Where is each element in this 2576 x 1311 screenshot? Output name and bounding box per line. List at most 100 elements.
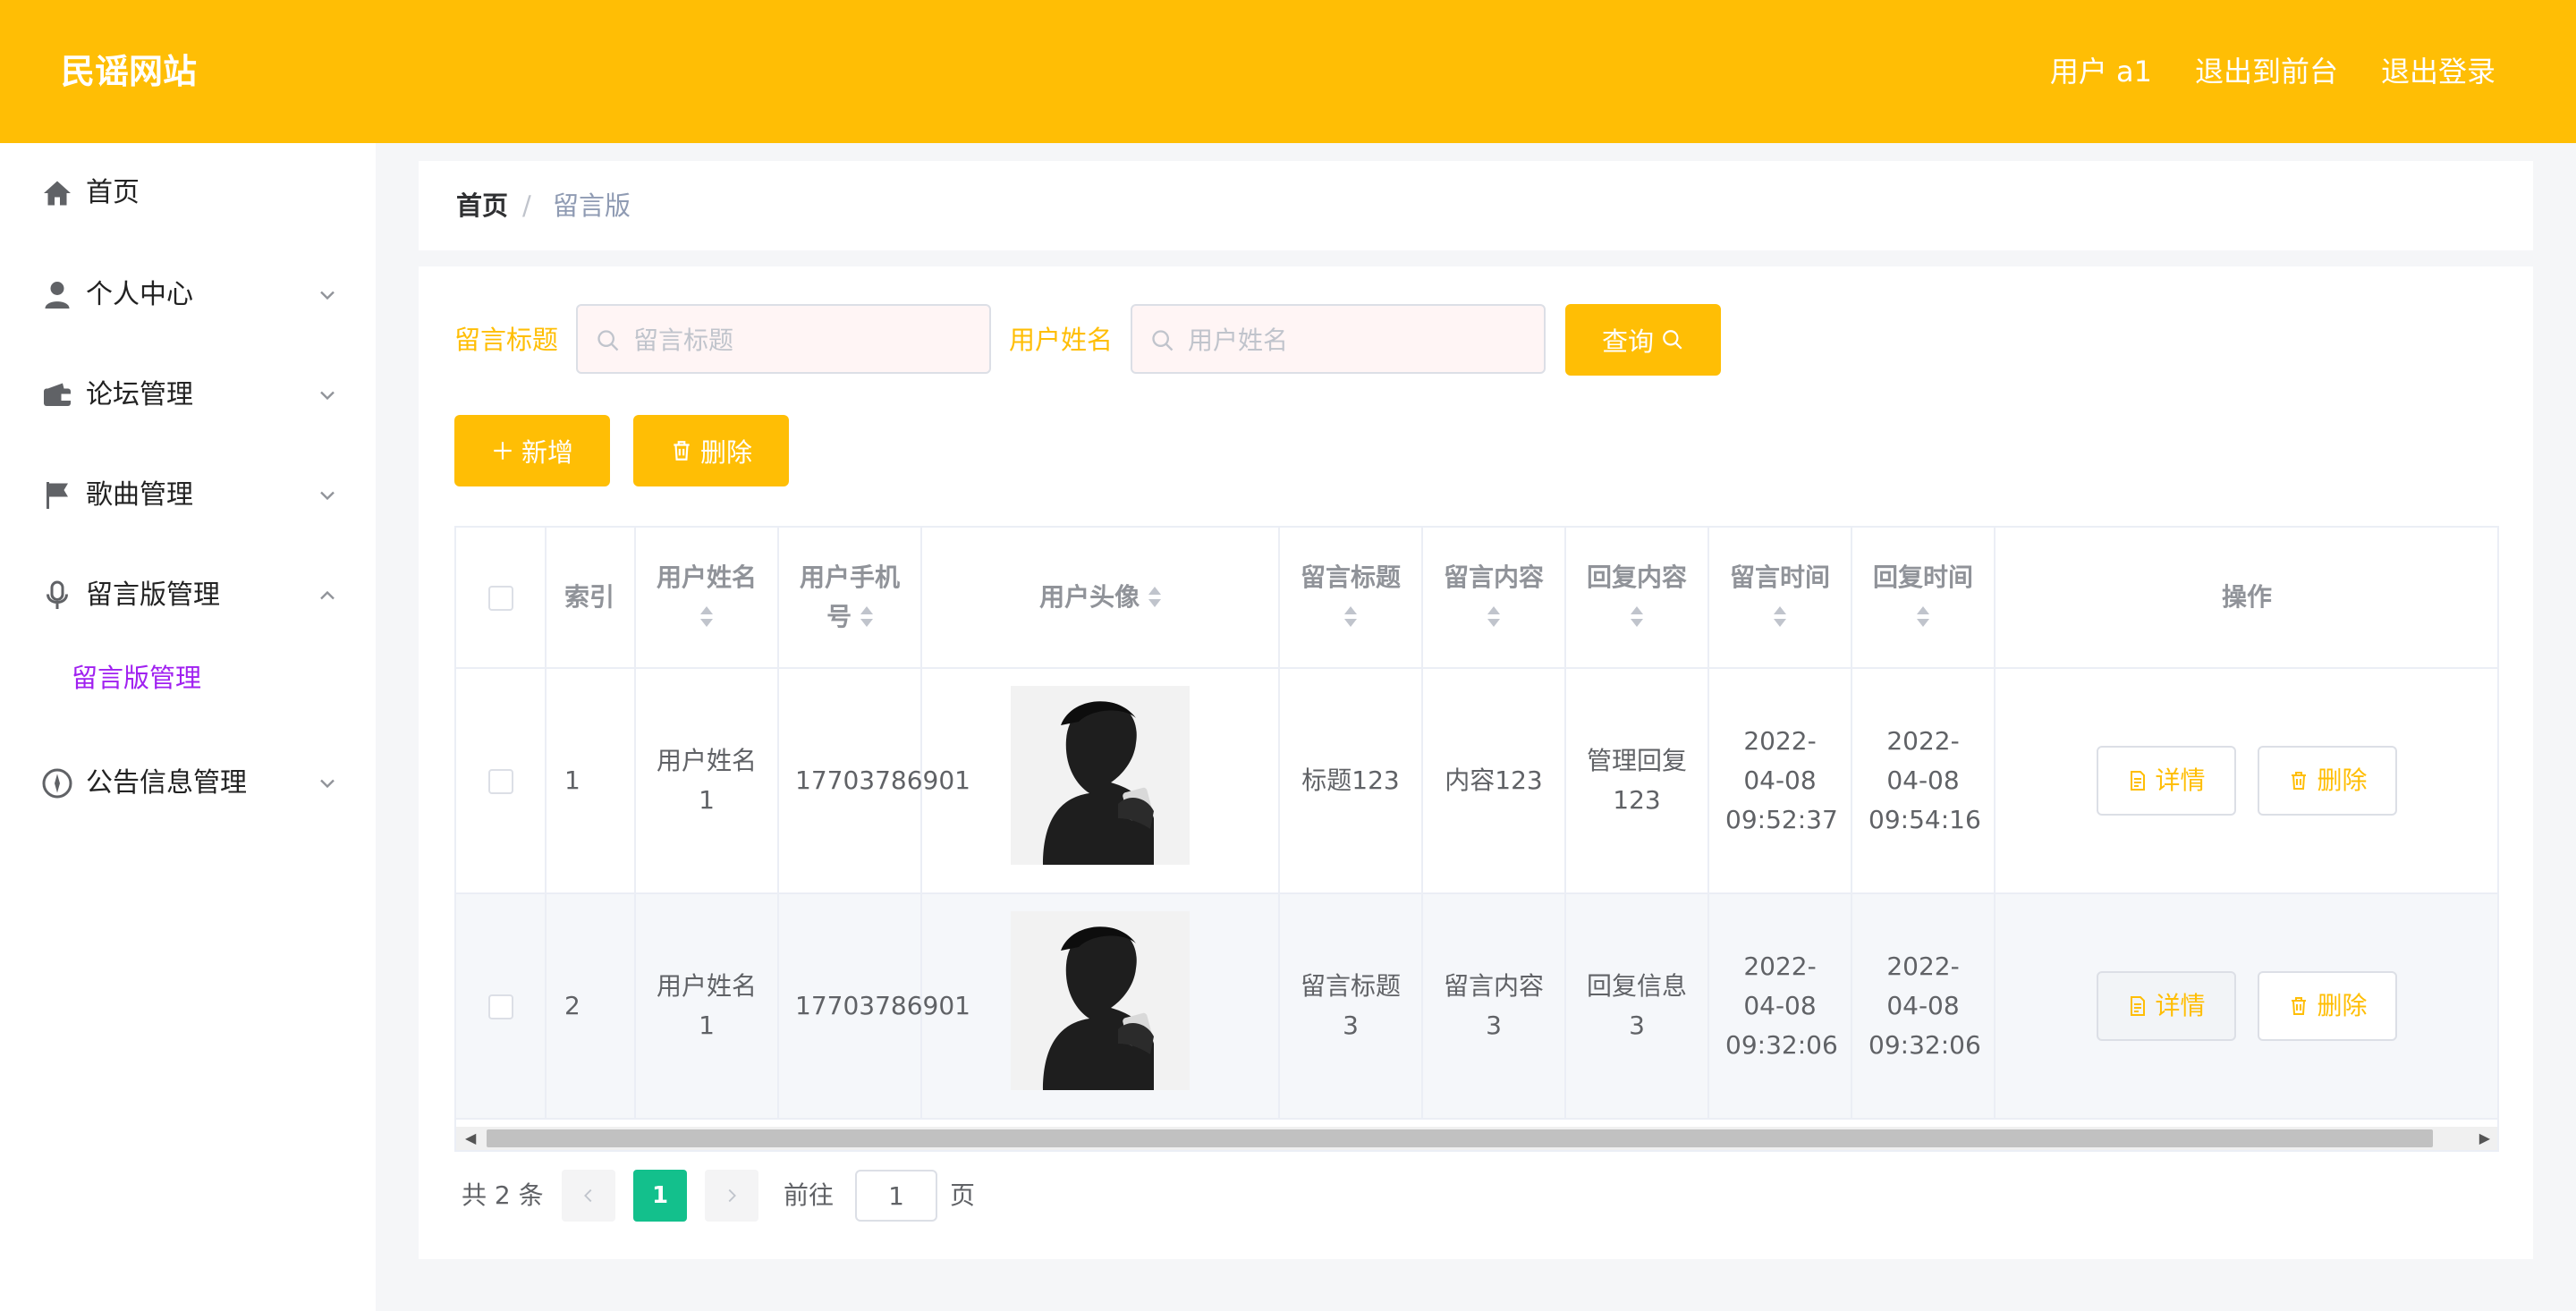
delete-button-label: 删除 [2317, 991, 2368, 1020]
document-icon [2130, 996, 2145, 1016]
detail-button-label: 详情 [2155, 991, 2206, 1020]
title-filter-field[interactable] [576, 304, 991, 374]
home-icon [44, 181, 71, 206]
add-button-label: 新增 [521, 437, 573, 468]
goto-page-input[interactable] [855, 1170, 937, 1222]
search-icon [1152, 330, 1174, 351]
sidebar-item-message-board[interactable]: 留言版管理 [0, 560, 376, 631]
cell-reply: 回复信息3 [1565, 893, 1709, 1120]
cell-title: 留言标题3 [1279, 893, 1423, 1120]
plus-icon [494, 442, 512, 460]
sort-icon[interactable] [1917, 606, 1929, 630]
logout-link[interactable]: 退出登录 [2381, 47, 2496, 97]
pagination: 共 2 条 1 前往 页 [462, 1170, 1088, 1222]
sidebar-item-forum[interactable]: 论坛管理 [0, 359, 376, 431]
col-phone[interactable]: 用户手机号 [778, 528, 922, 669]
col-msg-time[interactable]: 留言时间 [1708, 528, 1852, 669]
col-reply[interactable]: 回复内容 [1565, 528, 1709, 669]
top-header: 民谣网站 用户 a1 退出到前台 退出登录 [0, 0, 2576, 143]
cell-ops: 详情 删除 [1995, 893, 2497, 1120]
user-icon [45, 282, 70, 309]
sidebar-item-personal-center[interactable]: 个人中心 [0, 259, 376, 331]
current-user-label[interactable]: 用户 a1 [2050, 47, 2152, 97]
page-number-button[interactable]: 1 [633, 1170, 687, 1222]
sidebar-item-label: 首页 [86, 177, 140, 208]
batch-delete-button[interactable]: 删除 [633, 415, 789, 486]
cell-user-name: 用户姓名1 [635, 893, 779, 1120]
flag-icon [47, 482, 68, 509]
cell-title: 标题123 [1279, 668, 1423, 894]
submenu-item-message-board[interactable]: 留言版管理 [72, 656, 201, 699]
row-checkbox[interactable] [487, 994, 513, 1019]
select-all-checkbox[interactable] [487, 586, 513, 611]
chevron-down-icon [320, 391, 335, 401]
table-row: 1 用户姓名1 17703786901 标题123 内容123 管理回复123 … [456, 668, 2497, 894]
scroll-left-icon[interactable]: ◀ [465, 1130, 476, 1146]
breadcrumb-home[interactable]: 首页 [456, 184, 508, 227]
sidebar-item-announcements[interactable]: 公告信息管理 [0, 748, 376, 819]
sidebar-item-home[interactable]: 首页 [0, 157, 376, 229]
compass-icon [42, 768, 72, 799]
sort-icon[interactable] [700, 606, 713, 630]
title-search-input[interactable] [631, 318, 975, 361]
col-content[interactable]: 留言内容 [1422, 528, 1566, 669]
page-word: 页 [950, 1180, 976, 1210]
sort-icon[interactable] [1774, 606, 1786, 630]
sidebar-item-label: 个人中心 [86, 279, 193, 310]
chevron-down-icon [320, 491, 335, 501]
user-avatar-image[interactable] [1011, 685, 1190, 865]
cell-reply-time: 2022-04-08 09:54:16 [1852, 668, 1996, 894]
col-user-name-label: 用户姓名 [656, 562, 757, 592]
sidebar-item-label: 留言版管理 [86, 579, 220, 611]
add-button[interactable]: 新增 [454, 415, 610, 486]
col-msg-time-label: 留言时间 [1729, 562, 1830, 592]
table-row: 2 用户姓名1 17703786901 留言标题3 留言内容3 回复信息3 20… [456, 893, 2497, 1120]
delete-button[interactable]: 删除 [2258, 746, 2398, 816]
user-search-input[interactable] [1186, 318, 1530, 361]
col-avatar[interactable]: 用户头像 [921, 528, 1280, 669]
scrollbar-thumb[interactable] [487, 1129, 2433, 1147]
user-filter-field[interactable] [1131, 304, 1546, 374]
sort-icon[interactable] [1631, 606, 1643, 630]
query-button-label: 查询 [1601, 326, 1654, 357]
breadcrumb: 首页 / 留言版 [419, 161, 2533, 250]
chevron-left-icon [584, 1188, 592, 1203]
next-page-button[interactable] [705, 1170, 758, 1222]
cell-msg-time: 2022-04-08 09:32:06 [1708, 893, 1852, 1120]
breadcrumb-current: 留言版 [553, 190, 631, 221]
row-checkbox[interactable] [487, 769, 513, 794]
header-links: 用户 a1 退出到前台 退出登录 [2050, 47, 2496, 97]
delete-button[interactable]: 删除 [2258, 971, 2398, 1041]
col-reply-label: 回复内容 [1586, 562, 1687, 592]
sidebar-item-songs[interactable]: 歌曲管理 [0, 460, 376, 531]
prev-page-button[interactable] [562, 1170, 615, 1222]
cell-reply: 管理回复123 [1565, 668, 1709, 894]
cell-avatar [921, 893, 1280, 1120]
trash-icon [674, 441, 690, 461]
sort-icon[interactable] [860, 606, 873, 630]
sort-icon[interactable] [1148, 587, 1161, 610]
search-icon [1663, 330, 1682, 350]
sort-icon[interactable] [1487, 606, 1500, 630]
col-reply-time[interactable]: 回复时间 [1852, 528, 1996, 669]
scroll-right-icon[interactable]: ▶ [2479, 1130, 2490, 1146]
row-select-cell [456, 893, 547, 1120]
title-filter-label: 留言标题 [454, 325, 559, 355]
cell-index: 2 [546, 893, 636, 1120]
user-avatar-image[interactable] [1011, 910, 1190, 1090]
pagination-total: 共 2 条 [462, 1180, 544, 1210]
horizontal-scrollbar[interactable]: ◀ ▶ [456, 1127, 2497, 1150]
query-button[interactable]: 查询 [1565, 304, 1721, 376]
col-index: 索引 [546, 528, 636, 669]
col-title[interactable]: 留言标题 [1279, 528, 1423, 669]
cell-ops: 详情 删除 [1995, 668, 2497, 894]
detail-button[interactable]: 详情 [2096, 746, 2236, 816]
sort-icon[interactable] [1344, 606, 1357, 630]
detail-button[interactable]: 详情 [2096, 971, 2236, 1041]
col-user-name[interactable]: 用户姓名 [635, 528, 779, 669]
exit-to-frontend-link[interactable]: 退出到前台 [2195, 47, 2338, 97]
cell-content: 留言内容3 [1422, 893, 1566, 1120]
col-ops: 操作 [1995, 528, 2497, 669]
wallet-icon [44, 383, 71, 406]
sidebar-item-label: 论坛管理 [86, 379, 193, 410]
